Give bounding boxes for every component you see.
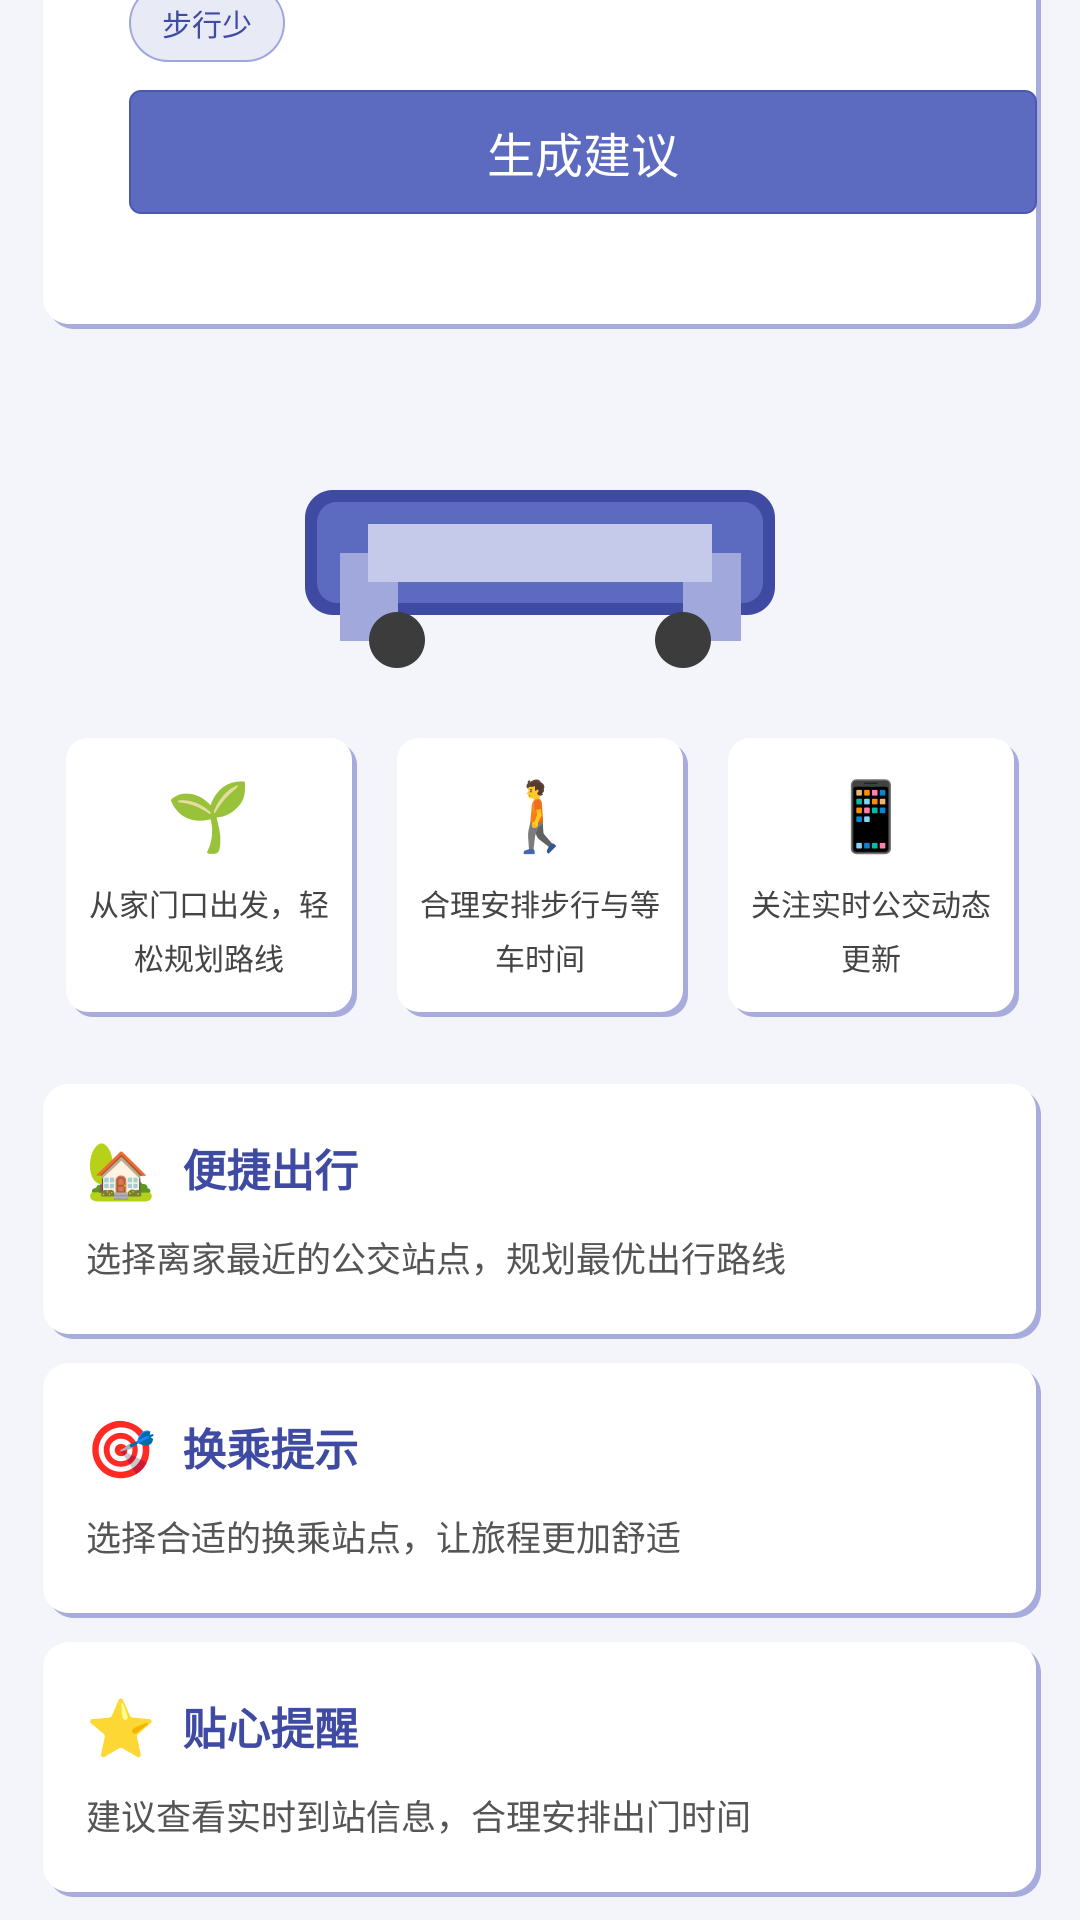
bus-rear-wheel: [655, 612, 711, 668]
mobile-phone-icon: 📱: [828, 778, 914, 857]
tip-title: 便捷出行: [183, 1146, 359, 1197]
walk-less-chip[interactable]: 步行少: [129, 0, 285, 62]
bus-illustration: [305, 490, 775, 668]
feature-text: 合理安排步行与等车时间: [420, 889, 660, 978]
tip-title: 换乘提示: [183, 1425, 359, 1476]
star-icon: ⭐: [86, 1697, 156, 1762]
tip-card-convenient-travel: 🏡 便捷出行 选择离家最近的公交站点，规划最优出行路线: [43, 1084, 1036, 1334]
feature-text: 从家门口出发，轻松规划路线: [89, 889, 329, 978]
walking-person-icon: 🚶: [497, 778, 583, 857]
house-icon: 🏡: [86, 1139, 156, 1204]
tip-card-reminder: ⭐ 贴心提醒 建议查看实时到站信息，合理安排出门时间: [43, 1642, 1036, 1892]
generate-suggestion-button[interactable]: 生成建议: [129, 90, 1037, 214]
seedling-icon: 🌱: [166, 778, 252, 857]
feature-card-walk-wait: 🚶 合理安排步行与等车时间: [397, 738, 683, 1012]
feature-card-start-from-home: 🌱 从家门口出发，轻松规划路线: [66, 738, 352, 1012]
tip-title: 贴心提醒: [183, 1704, 359, 1755]
feature-text: 关注实时公交动态更新: [751, 889, 991, 978]
feature-card-realtime: 📱 关注实时公交动态更新: [728, 738, 1014, 1012]
tip-description: 建议查看实时到站信息，合理安排出门时间: [86, 1799, 752, 1839]
preferences-card: 步行少 生成建议: [43, 0, 1037, 324]
bus-front-wheel: [369, 612, 425, 668]
target-icon: 🎯: [86, 1418, 156, 1483]
tip-description: 选择合适的换乘站点，让旅程更加舒适: [86, 1520, 682, 1560]
tip-description: 选择离家最近的公交站点，规划最优出行路线: [86, 1241, 787, 1281]
bus-window: [368, 524, 712, 582]
tip-card-transfer: 🎯 换乘提示 选择合适的换乘站点，让旅程更加舒适: [43, 1363, 1036, 1613]
